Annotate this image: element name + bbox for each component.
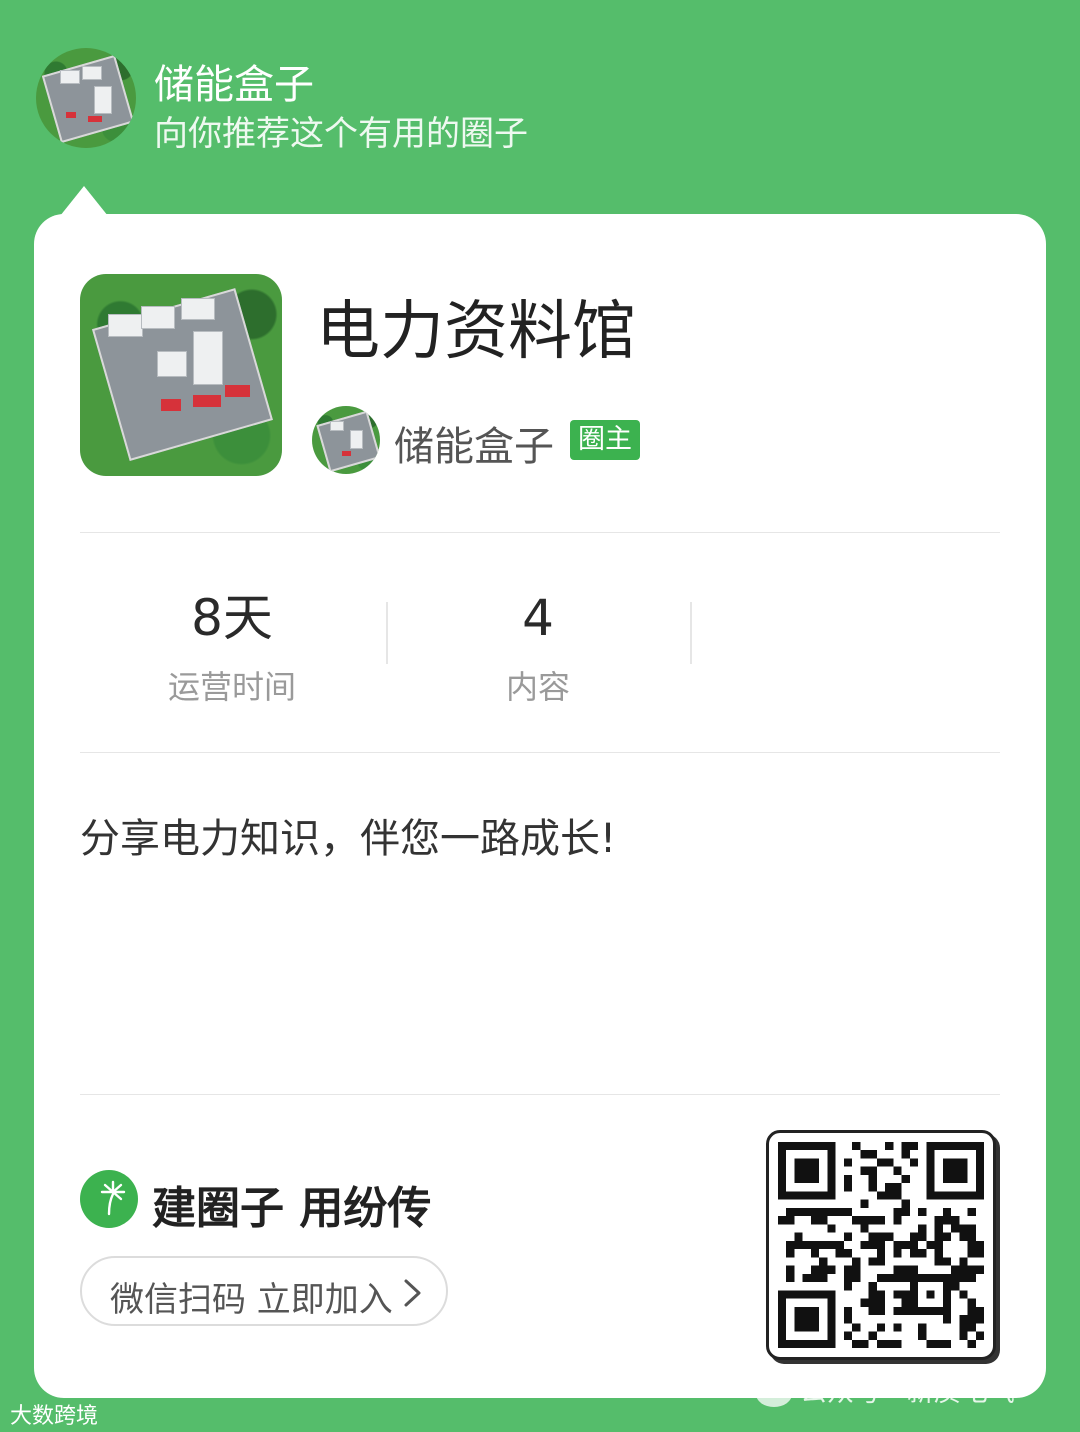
sender-name: 储能盒子 bbox=[154, 62, 314, 108]
account-watermark: 公众号 · 新质电气 bbox=[756, 1370, 1015, 1409]
owner-name: 储能盒子 bbox=[394, 424, 554, 470]
chevron-right-icon bbox=[402, 1278, 424, 1312]
brand-slogan: 建圈子 用纷传 bbox=[152, 1183, 432, 1234]
circle-card[interactable]: 电力资料馆 储能盒子 圈主 8天 运营时间 4 内容 分享电力知识，伴您一路成长… bbox=[34, 214, 1046, 1398]
join-button[interactable]: 微信扫码 立即加入 bbox=[80, 1256, 448, 1326]
stat-label: 运营时间 bbox=[167, 668, 296, 706]
wechat-icon bbox=[756, 1380, 792, 1407]
share-header: 储能盒子 向你推荐这个有用的圈子 bbox=[0, 0, 1080, 180]
circle-cover-image bbox=[80, 274, 282, 476]
card-pointer bbox=[60, 186, 108, 216]
owner-avatar[interactable] bbox=[312, 406, 380, 474]
watermark-text: 公众号 · 新质电气 bbox=[800, 1377, 1015, 1408]
share-subtitle: 向你推荐这个有用的圈子 bbox=[154, 114, 528, 154]
stat-value: 4 bbox=[522, 589, 554, 647]
owner-badge: 圈主 bbox=[570, 420, 640, 460]
circle-description: 分享电力知识，伴您一路成长! bbox=[80, 816, 617, 862]
stat-label: 内容 bbox=[505, 668, 570, 706]
stat-operating-days: 8天 运营时间 bbox=[82, 586, 382, 708]
corner-watermark: 大数跨境 bbox=[10, 1398, 98, 1430]
divider bbox=[80, 1094, 1000, 1095]
divider bbox=[80, 532, 1000, 533]
fenchuan-logo-icon bbox=[80, 1170, 138, 1228]
qr-code-icon[interactable] bbox=[766, 1130, 996, 1360]
divider bbox=[80, 752, 1000, 753]
circle-title: 电力资料馆 bbox=[316, 295, 636, 369]
join-button-label: 微信扫码 立即加入 bbox=[110, 1280, 393, 1320]
stat-value: 8天 bbox=[191, 589, 273, 647]
corner-watermark-text: 大数跨境 bbox=[10, 1404, 99, 1429]
stat-content-count[interactable]: 4 内容 bbox=[388, 586, 688, 708]
sender-avatar[interactable] bbox=[36, 48, 136, 148]
stat-separator bbox=[690, 602, 692, 664]
